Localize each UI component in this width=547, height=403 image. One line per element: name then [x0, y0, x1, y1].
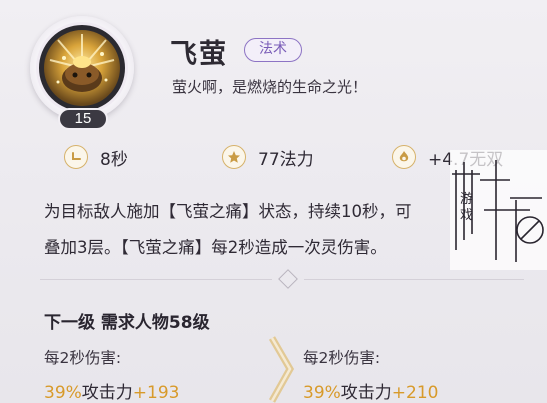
skill-type-tag: 法术: [244, 38, 302, 62]
current-damage-plus: +193: [132, 383, 180, 403]
description-line-1: 为目标敌人施加【飞萤之痛】状态，持续10秒，可: [44, 202, 412, 221]
skill-name: 飞萤: [170, 39, 228, 70]
description-line-2: 叠加3层。【飞萤之痛】每2秒造成一次灵伤害。: [44, 238, 387, 257]
chevron-right-icon: [268, 336, 295, 403]
current-damage-value: 39%攻击力+193: [44, 378, 180, 403]
current-damage-text: 攻击力: [81, 383, 133, 403]
mana-cost-value: 77法力: [258, 149, 314, 170]
flame-icon: [392, 145, 416, 169]
next-damage-value: 39%攻击力+210: [303, 378, 439, 403]
divider-left: [40, 279, 272, 280]
stat-mana: 77法力: [222, 143, 314, 171]
skill-level-badge: 15: [58, 108, 108, 130]
next-damage-label: 每2秒伤害:: [303, 349, 381, 367]
firefly-skill-icon: [44, 30, 120, 106]
skill-avatar[interactable]: 15: [30, 16, 134, 130]
clock-icon: [64, 145, 88, 169]
current-damage-pct: 39%: [44, 383, 82, 403]
cooldown-value: 8秒: [100, 149, 128, 170]
next-damage-text: 攻击力: [340, 383, 392, 403]
next-damage-pct: 39%: [303, 383, 341, 403]
skill-panel: 15 飞萤 法术 萤火啊，是燃烧的生命之光！ 8秒 77法力 +4.7无双 为目: [0, 0, 547, 403]
stat-cooldown: 8秒: [64, 143, 128, 171]
skill-flavor-text: 萤火啊，是燃烧的生命之光！: [172, 78, 368, 96]
watermark-text: 游戏: [460, 192, 474, 223]
avatar-ring: [36, 22, 128, 114]
star-icon: [222, 145, 246, 169]
divider-right: [304, 279, 524, 280]
watermark-logo: 游戏: [450, 150, 547, 270]
next-damage-plus: +210: [391, 383, 439, 403]
current-damage-label: 每2秒伤害:: [44, 349, 122, 367]
next-level-title: 下一级 需求人物58级: [44, 313, 210, 333]
divider-diamond: [278, 269, 298, 289]
